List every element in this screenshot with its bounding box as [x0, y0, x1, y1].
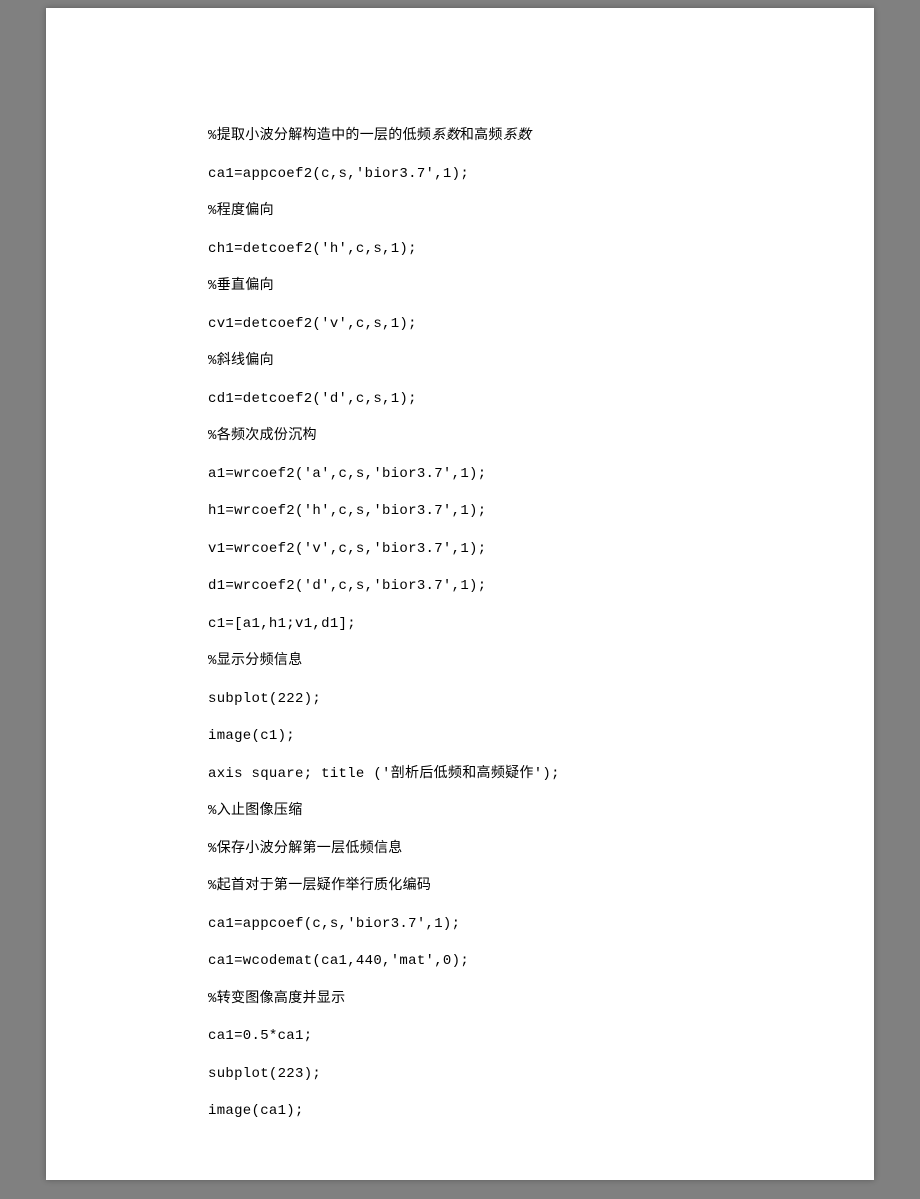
- code-line: ca1=appcoef2(c,s,'bior3.7',1);: [208, 156, 874, 194]
- code-line: subplot(222);: [208, 681, 874, 719]
- code-text: cv1=detcoef2('v',c,s,1);: [208, 316, 417, 332]
- code-text: %垂直偏向: [208, 278, 274, 294]
- code-line: h1=wrcoef2('h',c,s,'bior3.7',1);: [208, 493, 874, 531]
- code-line: %转变图像高度并显示: [208, 981, 874, 1019]
- code-line: ca1=wcodemat(ca1,440,'mat',0);: [208, 943, 874, 981]
- code-text: image(ca1);: [208, 1103, 304, 1119]
- code-text: %各频次成份沉构: [208, 428, 317, 444]
- code-text: cd1=detcoef2('d',c,s,1);: [208, 391, 417, 407]
- code-line: ca1=appcoef(c,s,'bior3.7',1);: [208, 906, 874, 944]
- code-line: c1=[a1,h1;v1,d1];: [208, 606, 874, 644]
- code-text: v1=wrcoef2('v',c,s,'bior3.7',1);: [208, 541, 486, 557]
- code-line: image(ca1);: [208, 1093, 874, 1131]
- code-line: d1=wrcoef2('d',c,s,'bior3.7',1);: [208, 568, 874, 606]
- code-line: ca1=0.5*ca1;: [208, 1018, 874, 1056]
- code-text: 系数: [431, 128, 460, 144]
- code-line: %显示分频信息: [208, 643, 874, 681]
- code-line: axis square; title ('剖析后低频和高频疑作');: [208, 756, 874, 794]
- code-line: image(c1);: [208, 718, 874, 756]
- code-line: %保存小波分解第一层低频信息: [208, 831, 874, 869]
- code-text: 和高频: [460, 128, 503, 144]
- code-line: v1=wrcoef2('v',c,s,'bior3.7',1);: [208, 531, 874, 569]
- code-text: d1=wrcoef2('d',c,s,'bior3.7',1);: [208, 578, 486, 594]
- code-text: %入止图像压缩: [208, 803, 303, 819]
- code-text: axis square; title ('剖析后低频和高频疑作');: [208, 766, 560, 782]
- code-text: %显示分频信息: [208, 653, 303, 669]
- code-line: %提取小波分解构造中的一层的低频系数和高频系数: [208, 118, 874, 156]
- code-line: cv1=detcoef2('v',c,s,1);: [208, 306, 874, 344]
- code-text: h1=wrcoef2('h',c,s,'bior3.7',1);: [208, 503, 486, 519]
- code-text: %斜线偏向: [208, 353, 274, 369]
- code-text: 系数: [503, 128, 532, 144]
- code-text: image(c1);: [208, 728, 295, 744]
- code-text: %保存小波分解第一层低频信息: [208, 841, 403, 857]
- document-page: %提取小波分解构造中的一层的低频系数和高频系数ca1=appcoef2(c,s,…: [46, 8, 874, 1180]
- code-text: c1=[a1,h1;v1,d1];: [208, 616, 356, 632]
- code-line: subplot(223);: [208, 1056, 874, 1094]
- code-line: %斜线偏向: [208, 343, 874, 381]
- code-line: %各频次成份沉构: [208, 418, 874, 456]
- code-line: %垂直偏向: [208, 268, 874, 306]
- code-line: a1=wrcoef2('a',c,s,'bior3.7',1);: [208, 456, 874, 494]
- code-text: a1=wrcoef2('a',c,s,'bior3.7',1);: [208, 466, 486, 482]
- code-line: %起首对于第一层疑作举行质化编码: [208, 868, 874, 906]
- code-block: %提取小波分解构造中的一层的低频系数和高频系数ca1=appcoef2(c,s,…: [208, 118, 874, 1131]
- code-line: %入止图像压缩: [208, 793, 874, 831]
- code-line: %程度偏向: [208, 193, 874, 231]
- code-text: ch1=detcoef2('h',c,s,1);: [208, 241, 417, 257]
- code-text: ca1=appcoef2(c,s,'bior3.7',1);: [208, 166, 469, 182]
- code-text: %程度偏向: [208, 203, 274, 219]
- code-text: %转变图像高度并显示: [208, 991, 345, 1007]
- code-text: %起首对于第一层疑作举行质化编码: [208, 878, 431, 894]
- code-line: cd1=detcoef2('d',c,s,1);: [208, 381, 874, 419]
- code-text: ca1=wcodemat(ca1,440,'mat',0);: [208, 953, 469, 969]
- code-text: subplot(223);: [208, 1066, 321, 1082]
- code-line: ch1=detcoef2('h',c,s,1);: [208, 231, 874, 269]
- code-text: ca1=appcoef(c,s,'bior3.7',1);: [208, 916, 460, 932]
- code-text: ca1=0.5*ca1;: [208, 1028, 312, 1044]
- code-text: subplot(222);: [208, 691, 321, 707]
- code-text: %提取小波分解构造中的一层的低频: [208, 128, 431, 144]
